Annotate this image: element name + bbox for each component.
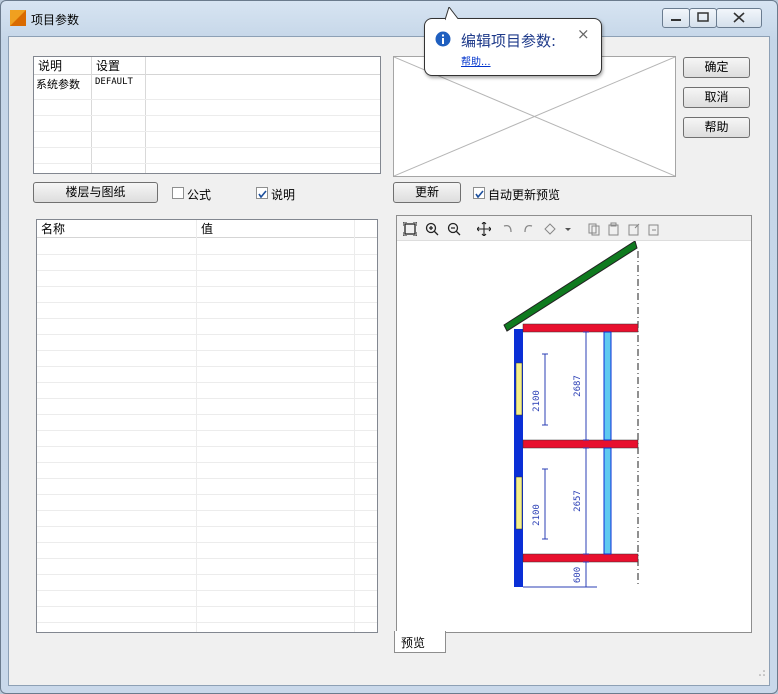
grid-line (37, 542, 377, 543)
dim-label-window-upper: 2100 (532, 390, 542, 412)
undo-icon[interactable] (501, 222, 515, 236)
table-row[interactable]: 系统参数 DEFAULT (34, 75, 380, 91)
grid-line (37, 318, 377, 319)
preview-tab[interactable]: 预览 (394, 631, 446, 653)
zoom-extents-icon[interactable] (403, 222, 417, 236)
properties-table[interactable]: 名称 值 (36, 219, 378, 633)
column-upper (603, 331, 612, 441)
view-icon[interactable] (543, 222, 557, 236)
grid-line (37, 510, 377, 511)
balloon-help-link[interactable]: 帮助... (461, 53, 491, 68)
maximize-button[interactable] (689, 8, 717, 28)
param-value: DEFAULT (95, 77, 133, 87)
grid-line (37, 494, 377, 495)
pan-icon[interactable] (477, 222, 491, 236)
floors-drawings-button[interactable]: 楼层与图纸 (33, 182, 158, 203)
dim-label-window-lower: 2100 (532, 504, 542, 526)
dim-label-floor-upper: 2687 (573, 375, 583, 397)
grid-line (37, 446, 377, 447)
window-lower (515, 476, 523, 530)
balloon-close-icon[interactable]: × (577, 25, 590, 43)
auto-preview-label: 自动更新预览 (488, 188, 561, 202)
description-label: 说明 (271, 188, 296, 202)
description-checkbox[interactable] (256, 187, 268, 199)
preview-toolbar (397, 216, 751, 241)
copy-icon[interactable] (587, 222, 601, 236)
grid-line (37, 270, 377, 271)
update-button[interactable]: 更新 (393, 182, 461, 203)
grid-line (37, 622, 377, 623)
print-icon[interactable] (647, 222, 661, 236)
maximize-icon (697, 12, 709, 22)
roof (503, 241, 638, 332)
column-header-blank (355, 220, 377, 238)
redo-icon[interactable] (521, 222, 535, 236)
column-header-description[interactable]: 说明 (34, 57, 92, 75)
formula-checkbox[interactable] (172, 187, 184, 199)
grid-line (37, 430, 377, 431)
grid-line (37, 462, 377, 463)
grid-line (37, 254, 377, 255)
resize-grip-icon[interactable] (754, 665, 766, 677)
grid-line (37, 334, 377, 335)
section-drawing: 2100 2687 2100 2657 600 (503, 241, 639, 588)
minimize-icon (671, 19, 681, 21)
dropdown-arrow-icon[interactable] (561, 222, 575, 236)
cancel-button[interactable]: 取消 (683, 87, 750, 108)
close-button[interactable] (716, 8, 762, 28)
grid-line (37, 606, 377, 607)
checkmark-icon (475, 190, 484, 199)
grid-line (37, 302, 377, 303)
slab-upper (522, 439, 639, 449)
grid-line (37, 286, 377, 287)
grid-line (37, 478, 377, 479)
grid-line (37, 350, 377, 351)
auto-preview-checkbox[interactable] (473, 187, 485, 199)
preview-tab-label: 预览 (401, 636, 426, 650)
dim-label-base: 600 (573, 567, 583, 583)
column-header-name[interactable]: 名称 (37, 220, 197, 238)
grid-line (37, 414, 377, 415)
params-table[interactable]: 说明 设置 系统参数 DEFAULT (33, 56, 381, 174)
zoom-in-icon[interactable] (425, 222, 439, 236)
grid-line (37, 526, 377, 527)
grid-line (37, 590, 377, 591)
column-lower (603, 447, 612, 555)
grid-line (196, 220, 197, 632)
dim-label-floor-lower: 2657 (573, 490, 583, 512)
export-icon[interactable] (627, 222, 641, 236)
grid-line (37, 398, 377, 399)
info-balloon: 编辑项目参数: 帮助... × (424, 7, 602, 76)
preview-panel: 2100 2687 2100 2657 600 (396, 215, 752, 633)
dialog-client: 说明 设置 系统参数 DEFAULT 确定 取消 帮助 楼层与图纸 公式 说明 … (8, 36, 770, 686)
column-header-setting[interactable]: 设置 (92, 57, 146, 75)
info-icon (435, 31, 451, 47)
zoom-out-icon[interactable] (447, 222, 461, 236)
balloon-title: 编辑项目参数: (461, 32, 557, 50)
column-header-blank (146, 57, 380, 75)
formula-label: 公式 (187, 188, 212, 202)
balloon-pointer (445, 7, 460, 21)
ok-button[interactable]: 确定 (683, 57, 750, 78)
grid-line (37, 366, 377, 367)
grid-line (37, 382, 377, 383)
window-upper (515, 362, 523, 416)
help-button[interactable]: 帮助 (683, 117, 750, 138)
checkmark-icon (258, 190, 267, 199)
close-icon (733, 12, 745, 23)
app-icon (10, 10, 26, 26)
minimize-button[interactable] (662, 8, 690, 28)
grid-line (37, 574, 377, 575)
param-description: 系统参数 (36, 78, 80, 91)
grid-line (37, 558, 377, 559)
slab-roof (522, 323, 639, 333)
grid-line (354, 220, 355, 632)
paste-icon[interactable] (607, 222, 621, 236)
column-header-value[interactable]: 值 (197, 220, 355, 238)
slab-lower (522, 553, 639, 563)
title-bar: 项目参数 (1, 1, 777, 37)
window-title: 项目参数 (31, 13, 80, 27)
